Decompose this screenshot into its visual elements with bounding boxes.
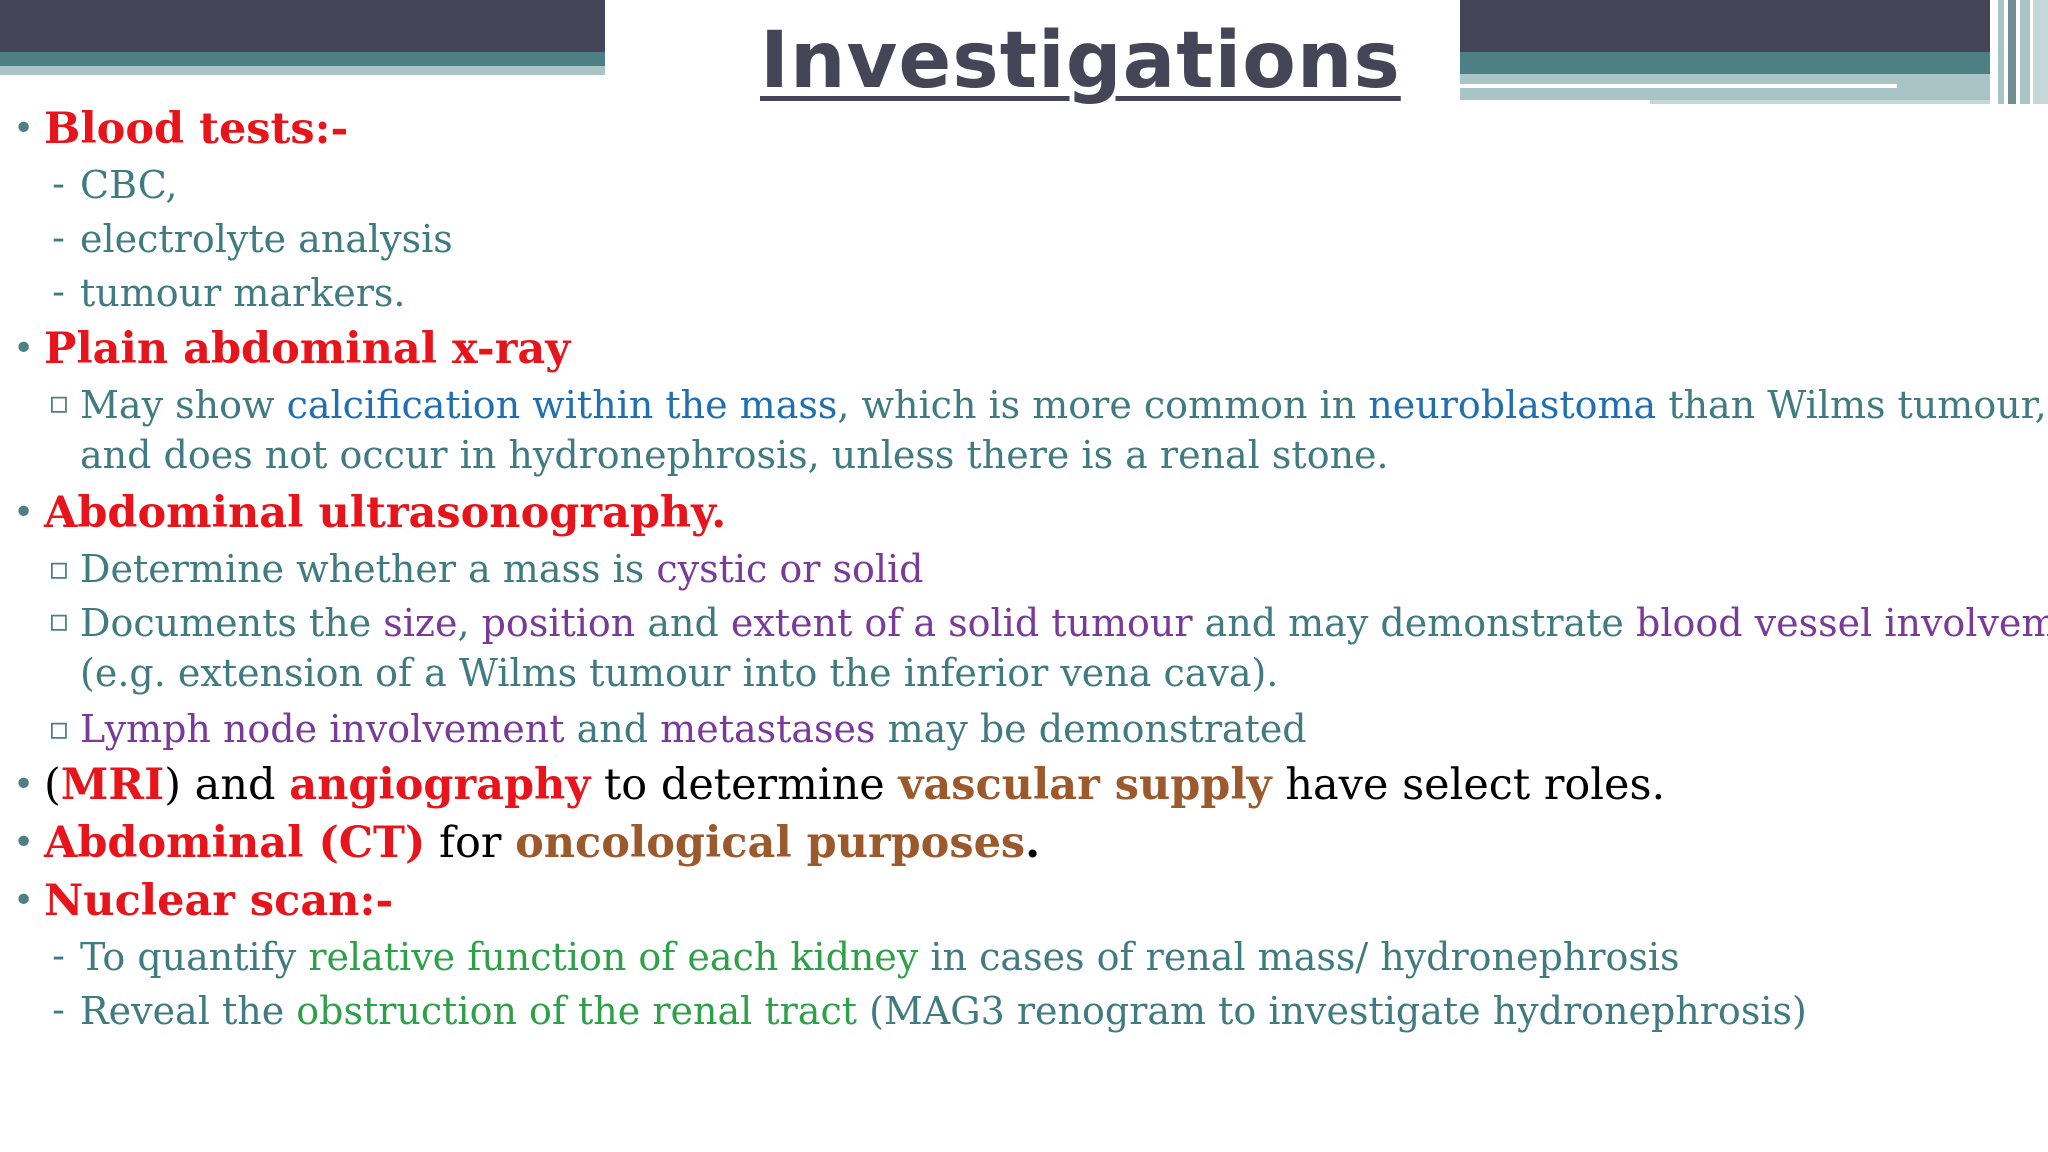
xray-item-line2: and does not occur in hydronephrosis, un… bbox=[80, 433, 1389, 477]
highlight-neuroblastoma: neuroblastoma bbox=[1368, 383, 1657, 427]
header-bar-right-line bbox=[1460, 84, 1897, 88]
heading-blood-tests: Blood tests:- bbox=[44, 104, 349, 154]
highlight-angiography: angiography bbox=[289, 760, 591, 810]
header-bar-left-light bbox=[0, 66, 605, 75]
nuclear-item-quantify: To quantify relative function of each ki… bbox=[0, 930, 2048, 984]
nuclear-item-obstruction: Reveal the obstruction of the renal trac… bbox=[0, 984, 2048, 1038]
highlight-mri: MRI bbox=[60, 760, 165, 810]
heading-nuclear-scan: Nuclear scan:- bbox=[44, 876, 394, 926]
bullet-blood-tests: Blood tests:- bbox=[0, 100, 2048, 158]
bullet-mri: (MRI) and angiography to determine vascu… bbox=[0, 756, 2048, 814]
us-item-documents-line2: (e.g. extension of a Wilms tumour into t… bbox=[80, 651, 1279, 695]
us-item-lymph: Lymph node involvement and metastases ma… bbox=[0, 701, 2048, 756]
blood-item-cbc: CBC, bbox=[0, 158, 2048, 212]
highlight-oncological: oncological purposes bbox=[515, 818, 1026, 868]
header-bar-left-dark bbox=[0, 0, 605, 52]
blood-item-electrolytes: electrolyte analysis bbox=[0, 212, 2048, 266]
highlight-vascular-supply: vascular supply bbox=[898, 760, 1272, 810]
bullet-ultrasonography: Abdominal ultrasonography. bbox=[0, 484, 2048, 542]
us-item-documents: Documents the size, position and extent … bbox=[0, 595, 2048, 702]
us-item-cystic: Determine whether a mass is cystic or so… bbox=[0, 541, 2048, 596]
xray-item: May show calcification within the mass, … bbox=[0, 377, 2048, 484]
header-bar-right-teal bbox=[1460, 52, 2048, 74]
highlight-calcification: calcification within the mass bbox=[286, 383, 838, 427]
header-stripes bbox=[1990, 0, 2048, 104]
header-bar-right-dark bbox=[1460, 0, 2048, 52]
header-bar-left-teal bbox=[0, 52, 605, 66]
highlight-cystic-solid: cystic or solid bbox=[656, 547, 924, 591]
bullet-xray: Plain abdominal x-ray bbox=[0, 320, 2048, 378]
highlight-abdominal-ct: Abdominal (CT) bbox=[44, 818, 426, 868]
bullet-nuclear-scan: Nuclear scan:- bbox=[0, 872, 2048, 930]
blood-item-tumour-markers: tumour markers. bbox=[0, 266, 2048, 320]
heading-ultrasonography: Abdominal ultrasonography. bbox=[44, 488, 727, 538]
heading-xray: Plain abdominal x-ray bbox=[44, 324, 571, 374]
slide-title: Investigations bbox=[760, 16, 1401, 106]
slide-content: Blood tests:- CBC, electrolyte analysis … bbox=[0, 100, 2048, 1038]
highlight-relative-function: relative function of each kidney bbox=[308, 935, 919, 979]
bullet-ct: Abdominal (CT) for oncological purposes. bbox=[0, 814, 2048, 872]
highlight-obstruction: obstruction of the renal tract bbox=[296, 989, 858, 1033]
